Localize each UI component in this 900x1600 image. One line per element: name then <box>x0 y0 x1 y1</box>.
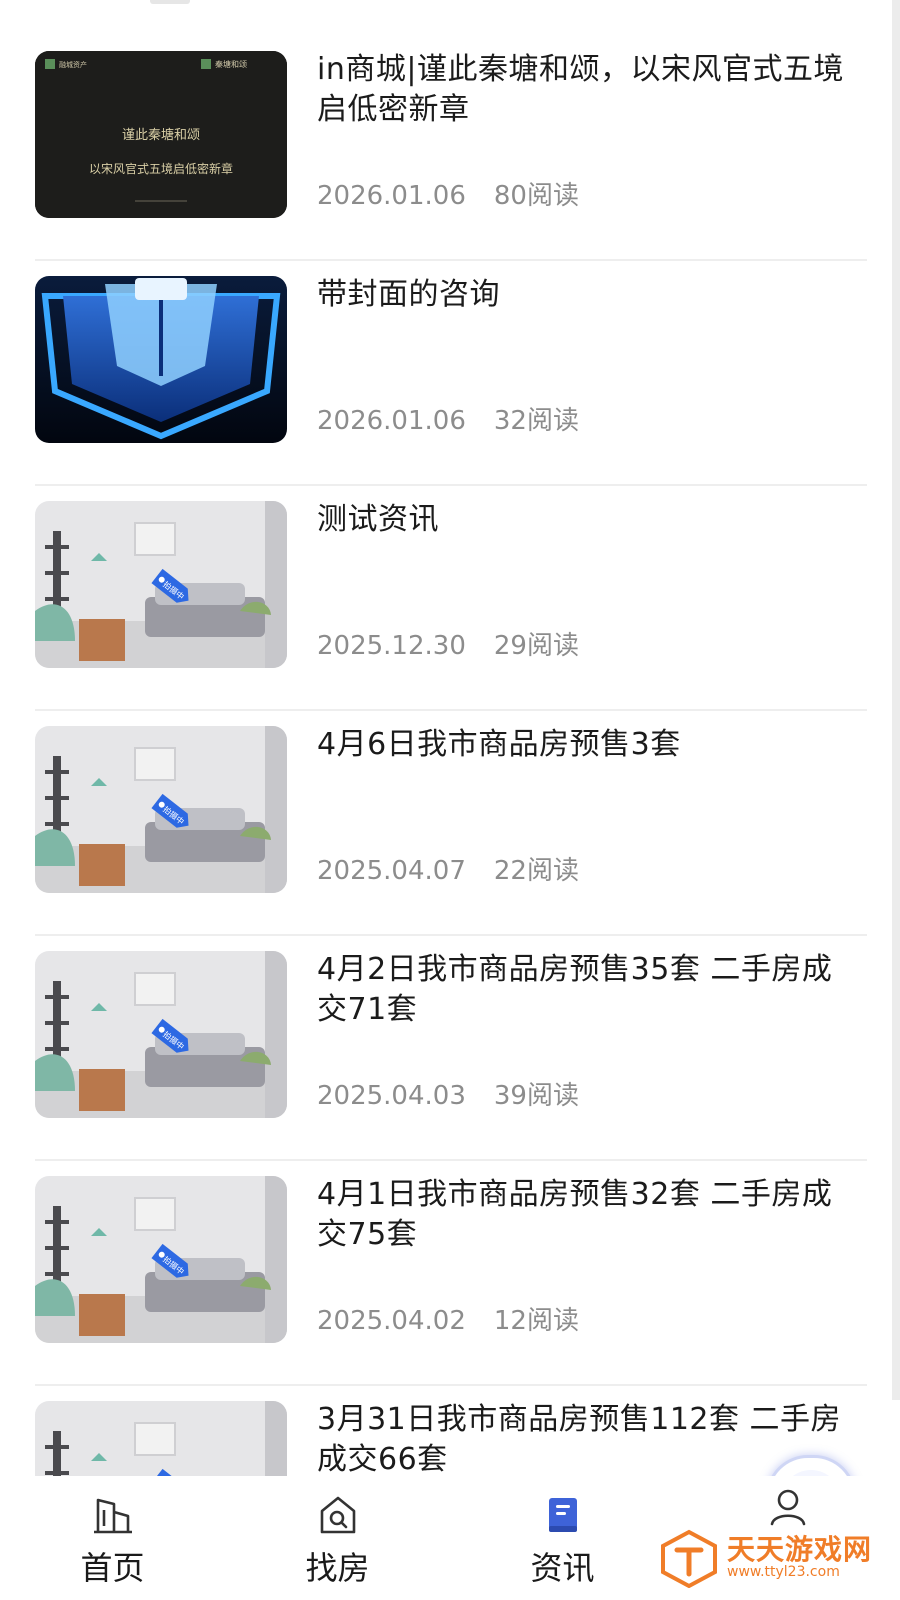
news-thumbnail[interactable]: 拍摄中 <box>35 1176 287 1343</box>
brand-logo-right-icon <box>201 59 211 69</box>
news-meta: 2025.04.07 22阅读 <box>317 853 579 889</box>
news-date: 2025.04.07 <box>317 856 466 886</box>
tab-label: 找房 <box>305 1549 370 1587</box>
news-views: 80阅读 <box>493 181 579 211</box>
news-date: 2026.01.06 <box>317 181 466 211</box>
room-photo: 拍摄中 <box>35 1176 287 1343</box>
room-photo: 拍摄中 <box>35 951 287 1118</box>
news-item[interactable]: 带封面的咨询 2026.01.06 32阅读 <box>35 261 867 486</box>
news-thumbnail[interactable]: 拍摄中 <box>35 501 287 668</box>
poster-image: 融城资产 秦塘和颂 谨此秦塘和颂 以宋风官式五境启低密新章 <box>35 51 287 218</box>
brand-logo-left-icon <box>45 59 55 69</box>
scrollbar[interactable] <box>892 0 900 1400</box>
news-meta: 2025.04.03 39阅读 <box>317 1078 579 1114</box>
building-icon <box>94 1498 132 1534</box>
news-title[interactable]: 带封面的咨询 <box>317 275 862 315</box>
news-date: 2025.04.03 <box>317 1081 466 1111</box>
news-date: 2025.04.02 <box>317 1306 466 1336</box>
news-item[interactable]: 拍摄中 4月1日我市商品房预售32套 二手房成交75套 2025.04.02 12… <box>35 1161 867 1386</box>
news-title[interactable]: 4月1日我市商品房预售32套 二手房成交75套 <box>317 1175 862 1255</box>
news-item[interactable]: 拍摄中 测试资讯 2025.12.30 29阅读 <box>35 486 867 711</box>
news-views: 22阅读 <box>493 856 579 886</box>
poster-brand-right: 秦塘和颂 <box>215 59 247 69</box>
tab-home[interactable]: 首页 <box>0 1476 225 1600</box>
news-meta: 2025.12.30 29阅读 <box>317 628 579 664</box>
news-date: 2025.12.30 <box>317 631 466 661</box>
news-item[interactable]: 拍摄中 4月6日我市商品房预售3套 2025.04.07 22阅读 <box>35 711 867 936</box>
news-meta: 2026.01.06 32阅读 <box>317 403 579 439</box>
news-thumbnail[interactable]: 拍摄中 <box>35 951 287 1118</box>
house-search-icon <box>320 1496 356 1534</box>
news-views: 29阅读 <box>493 631 579 661</box>
news-item[interactable]: 拍摄中 3月31日我市商品房预售112套 二手房成交66套 <box>35 1386 867 1476</box>
news-title[interactable]: 4月6日我市商品房预售3套 <box>317 725 862 765</box>
news-views: 32阅读 <box>493 406 579 436</box>
poster-brand-left: 融城资产 <box>59 60 87 69</box>
poster-line-2: 以宋风官式五境启低密新章 <box>89 161 233 176</box>
poster-line-1: 谨此秦塘和颂 <box>122 127 200 143</box>
watermark-text: 天天游戏网 <box>727 1533 873 1566</box>
watermark: 天天游戏网 www.ttyl23.com <box>655 1522 895 1594</box>
news-views: 12阅读 <box>493 1306 579 1336</box>
news-thumbnail[interactable] <box>35 276 287 443</box>
news-meta: 2026.01.06 80阅读 <box>317 178 579 214</box>
news-feed[interactable]: 融城资产 秦塘和颂 谨此秦塘和颂 以宋风官式五境启低密新章 in商城|谨此秦塘和… <box>0 0 900 1476</box>
news-thumbnail[interactable]: 融城资产 秦塘和颂 谨此秦塘和颂 以宋风官式五境启低密新章 <box>35 51 287 218</box>
tab-label: 首页 <box>80 1549 145 1587</box>
room-photo: 拍摄中 <box>35 1401 287 1476</box>
room-photo: 拍摄中 <box>35 726 287 893</box>
room-photo: 拍摄中 <box>35 501 287 668</box>
watermark-logo-icon <box>661 1529 717 1588</box>
news-thumbnail[interactable]: 拍摄中 <box>35 1401 287 1476</box>
news-title[interactable]: 4月2日我市商品房预售35套 二手房成交71套 <box>317 950 862 1030</box>
news-title[interactable]: in商城|谨此秦塘和颂，以宋风官式五境启低密新章 <box>317 50 862 130</box>
news-title[interactable]: 测试资讯 <box>317 500 862 540</box>
tab-find-house[interactable]: 找房 <box>225 1476 450 1600</box>
book-icon <box>549 1498 577 1532</box>
news-item[interactable]: 融城资产 秦塘和颂 谨此秦塘和颂 以宋风官式五境启低密新章 in商城|谨此秦塘和… <box>35 36 867 261</box>
news-thumbnail[interactable]: 拍摄中 <box>35 726 287 893</box>
news-views: 39阅读 <box>493 1081 579 1111</box>
watermark-url: www.ttyl23.com <box>727 1564 840 1580</box>
tab-label: 资讯 <box>530 1549 595 1587</box>
news-item[interactable]: 拍摄中 4月2日我市商品房预售35套 二手房成交71套 2025.04.03 39… <box>35 936 867 1161</box>
tab-news[interactable]: 资讯 <box>450 1476 675 1600</box>
news-meta: 2025.04.02 12阅读 <box>317 1303 579 1339</box>
news-date: 2026.01.06 <box>317 406 466 436</box>
shield-icon <box>35 276 287 443</box>
